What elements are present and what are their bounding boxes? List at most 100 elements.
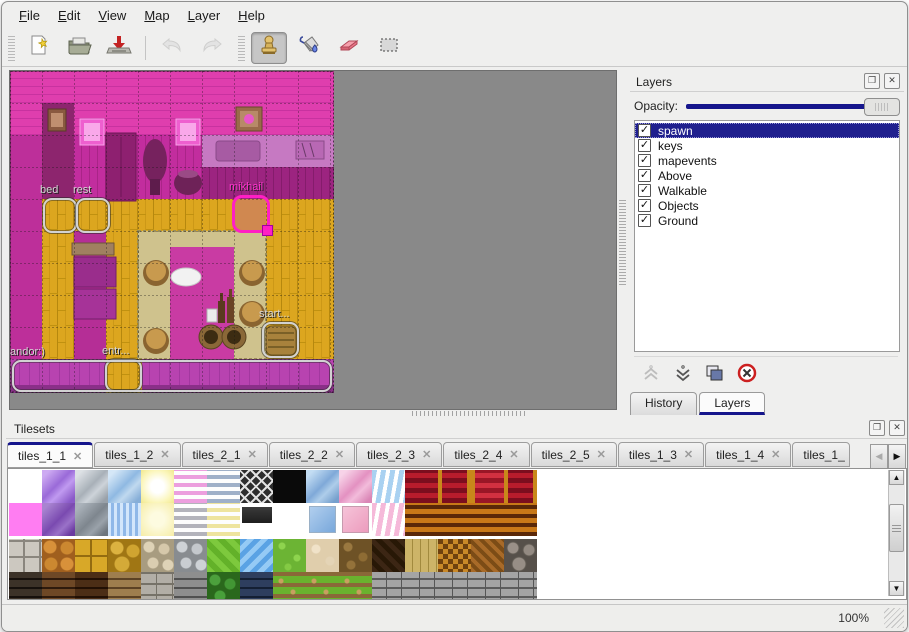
menu-help[interactable]: Help	[229, 5, 274, 26]
tile-hedge[interactable]	[207, 572, 240, 600]
tile-grasspath[interactable]	[273, 572, 306, 600]
tile-glass-gray[interactable]	[75, 470, 108, 503]
map-object-andor[interactable]	[12, 360, 332, 392]
tile-lattice[interactable]	[240, 470, 273, 503]
scroll-tabs-right-icon[interactable]: ▶	[888, 444, 906, 469]
layer-row-objects[interactable]: ✓Objects	[635, 198, 899, 213]
tileset-tab-tiles_2_1[interactable]: tiles_2_1✕	[182, 442, 268, 467]
tile-plaque[interactable]	[240, 503, 273, 536]
tile-curtain-red-gold[interactable]	[504, 470, 537, 503]
duplicate-layer-button[interactable]	[704, 362, 726, 384]
tileset-tab-tiles_1_2[interactable]: tiles_1_2✕	[94, 442, 180, 467]
tileset-tab-tiles_2_4[interactable]: tiles_2_4✕	[443, 442, 529, 467]
close-panel-icon[interactable]: ✕	[889, 420, 905, 436]
stamp-tool-button[interactable]	[251, 32, 287, 64]
tile-curtain-red-gold[interactable]	[438, 470, 471, 503]
tile-stonewall-gray[interactable]	[141, 572, 174, 600]
tab-close-icon[interactable]: ✕	[73, 450, 82, 463]
horizontal-splitter-grip[interactable]	[412, 411, 527, 416]
tile-stonewall2[interactable]	[504, 572, 537, 600]
layer-row-walkable[interactable]: ✓Walkable	[635, 183, 899, 198]
menu-view[interactable]: View	[89, 5, 135, 26]
tile-dirt-brown[interactable]	[339, 539, 372, 572]
menu-edit[interactable]: Edit	[49, 5, 89, 26]
tile-brick-gray[interactable]	[174, 572, 207, 600]
map-view[interactable]: bedrestmikhailstart...entr...andor:)	[9, 70, 617, 410]
layer-visibility-checkbox[interactable]: ✓	[638, 139, 651, 152]
tile-pebble-gray[interactable]	[174, 539, 207, 572]
tile-grass-check[interactable]	[207, 539, 240, 572]
opacity-slider[interactable]	[686, 97, 900, 115]
tile-weave[interactable]	[438, 539, 471, 572]
tile-stripe-bluegray[interactable]	[207, 470, 240, 503]
scrollbar-thumb[interactable]	[889, 504, 904, 552]
tile-cream[interactable]	[306, 539, 339, 572]
layer-row-keys[interactable]: ✓keys	[635, 138, 899, 153]
opacity-slider-handle[interactable]	[864, 98, 900, 116]
save-file-button[interactable]	[101, 32, 137, 64]
tab-close-icon[interactable]: ✕	[684, 448, 693, 461]
tileset-tab-tiles_1_1[interactable]: tiles_1_1✕	[7, 442, 93, 468]
tile-stripe-brown[interactable]	[438, 503, 471, 536]
tile-curtain-red[interactable]	[405, 470, 438, 503]
tile-tile-gold[interactable]	[75, 539, 108, 572]
tileset-tab-tiles_2_5[interactable]: tiles_2_5✕	[531, 442, 617, 467]
vertical-splitter-grip[interactable]	[619, 200, 626, 285]
resize-grip[interactable]	[884, 608, 904, 628]
tile-ribbon-pink[interactable]	[372, 503, 405, 536]
tile-glass-purple-dark[interactable]	[42, 503, 75, 536]
tile-stripe-gray[interactable]	[174, 503, 207, 536]
tile-herringbone[interactable]	[471, 539, 504, 572]
toolbar-grip[interactable]	[8, 35, 15, 61]
tileset-tab-tiles_1_3[interactable]: tiles_1_3✕	[618, 442, 704, 467]
tab-close-icon[interactable]: ✕	[597, 448, 606, 461]
layer-row-ground[interactable]: ✓Ground	[635, 213, 899, 228]
tile-palette[interactable]: ▲ ▼	[7, 468, 907, 600]
tile-cobble-orange[interactable]	[42, 539, 75, 572]
tileset-tab-tiles_2_3[interactable]: tiles_2_3✕	[356, 442, 442, 467]
layer-visibility-checkbox[interactable]: ✓	[638, 124, 651, 137]
tab-close-icon[interactable]: ✕	[771, 448, 780, 461]
scroll-up-icon[interactable]: ▲	[889, 470, 904, 485]
tile-brick-tan[interactable]	[108, 572, 141, 600]
tile-glass-gray-dark[interactable]	[75, 503, 108, 536]
dock-tab-history[interactable]: History	[630, 392, 697, 415]
tileset-tab-tiles_1_4[interactable]: tiles_1_4✕	[705, 442, 791, 467]
dock-tab-layers[interactable]: Layers	[699, 392, 765, 415]
layer-row-above[interactable]: ✓Above	[635, 168, 899, 183]
scroll-tabs-left-icon[interactable]: ◀	[870, 444, 888, 469]
tile-stone-gold[interactable]	[108, 539, 141, 572]
tile-wood-dark[interactable]	[372, 539, 405, 572]
vertical-splitter[interactable]	[617, 70, 629, 408]
map-object-rest[interactable]	[76, 198, 110, 233]
map-object-start[interactable]	[262, 322, 299, 358]
tile-swatch-blue[interactable]	[306, 503, 339, 536]
tile-glow-yellow[interactable]	[141, 470, 174, 503]
tile-glass-purple[interactable]	[42, 470, 75, 503]
tile-stone-tiles[interactable]	[9, 539, 42, 572]
menu-layer[interactable]: Layer	[179, 5, 230, 26]
tile-white[interactable]	[273, 503, 306, 536]
tile-grasspath[interactable]	[306, 572, 339, 600]
tile-stonewall2[interactable]	[438, 572, 471, 600]
fill-tool-button[interactable]	[291, 32, 327, 64]
tab-close-icon[interactable]: ✕	[335, 448, 344, 461]
tile-pink-solid[interactable]	[9, 503, 42, 536]
object-resize-handle[interactable]	[262, 225, 273, 236]
map-canvas[interactable]: bedrestmikhailstart...entr...andor:)	[10, 71, 334, 393]
tile-stripe-brown[interactable]	[405, 503, 438, 536]
palette-scrollbar[interactable]: ▲ ▼	[888, 470, 905, 596]
scroll-down-icon[interactable]: ▼	[889, 581, 904, 596]
delete-layer-button[interactable]	[736, 362, 758, 384]
open-file-button[interactable]	[61, 32, 97, 64]
tab-close-icon[interactable]: ✕	[509, 448, 518, 461]
tab-close-icon[interactable]: ✕	[248, 448, 257, 461]
layer-row-mapevents[interactable]: ✓mapevents	[635, 153, 899, 168]
tab-close-icon[interactable]: ✕	[422, 448, 431, 461]
map-object-mikhail[interactable]	[232, 195, 270, 233]
undo-button[interactable]	[154, 32, 190, 64]
layer-row-spawn[interactable]: ✓spawn	[635, 123, 899, 138]
toolbar-grip-2[interactable]	[238, 35, 245, 61]
tile-ribbon-blue[interactable]	[372, 470, 405, 503]
tile-glass-blue2[interactable]	[306, 470, 339, 503]
